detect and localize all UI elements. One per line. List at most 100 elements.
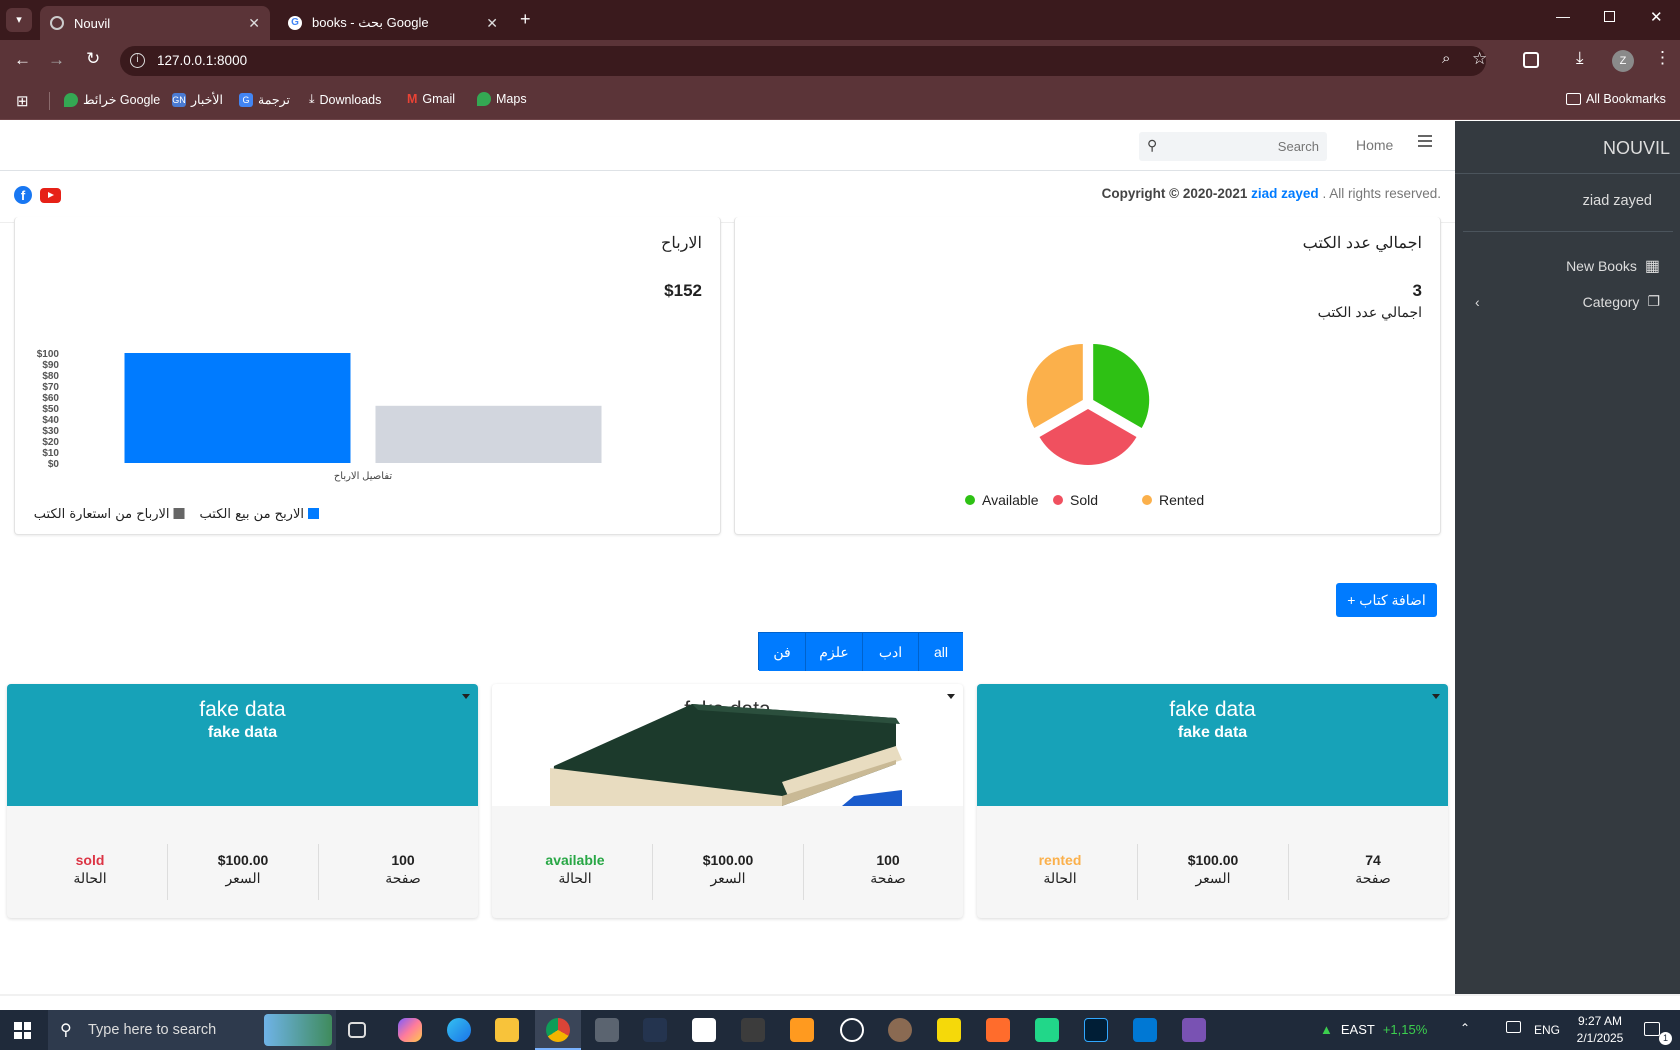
copilot-icon[interactable]: [398, 1018, 422, 1042]
filter-elzm[interactable]: علزم: [806, 633, 863, 671]
dropdown-caret-icon[interactable]: [462, 694, 470, 699]
search-icon: ⚲: [60, 1022, 72, 1039]
close-tab-icon[interactable]: ✕: [486, 15, 498, 32]
back-icon[interactable]: ←: [14, 50, 31, 70]
apps-icon[interactable]: ⊞: [16, 92, 29, 110]
notification-icon[interactable]: [1644, 1022, 1660, 1036]
windows-start-icon[interactable]: [14, 1022, 31, 1039]
stock-widget[interactable]: ▲ EAST +1,15%: [1320, 1022, 1427, 1037]
book-title: fake data: [199, 698, 286, 721]
restore-button[interactable]: [1604, 11, 1615, 22]
user-name[interactable]: ziad zayed: [1583, 193, 1652, 209]
book-status: sold الحالة: [15, 852, 165, 887]
brand-link[interactable]: NOUVIL: [1603, 138, 1670, 159]
language-indicator[interactable]: ENG: [1534, 1023, 1560, 1037]
pages-label: صفحة: [385, 870, 421, 886]
legend-swatch: [308, 508, 319, 519]
y-tick-label: $60: [42, 393, 59, 404]
taskbar-search[interactable]: ⚲ Type here to search: [48, 1010, 336, 1050]
forward-icon[interactable]: →: [48, 50, 65, 70]
photoshop-icon[interactable]: [1084, 1018, 1108, 1042]
reload-icon[interactable]: ↻: [86, 49, 100, 69]
sidebar-item-new-books[interactable]: New Books ▦: [1566, 256, 1660, 276]
calculator-icon[interactable]: [595, 1018, 619, 1042]
book-price: $100.00 السعر: [653, 852, 803, 887]
taskbar-search-placeholder: Type here to search: [88, 1022, 217, 1038]
new-tab-button[interactable]: +: [520, 9, 531, 30]
extensions-icon[interactable]: [1523, 52, 1539, 68]
bookmark-translate[interactable]: G ترجمة: [239, 92, 290, 107]
vscode-icon[interactable]: [1133, 1018, 1157, 1042]
close-window-button[interactable]: ✕: [1650, 8, 1663, 26]
tab-google-search[interactable]: G books - بحث Google ✕: [278, 6, 508, 40]
chatgpt-icon[interactable]: [840, 1018, 864, 1042]
add-book-button[interactable]: + اضافة كتاب: [1336, 583, 1437, 617]
author-link[interactable]: ziad zayed: [1251, 186, 1319, 201]
search-input[interactable]: [1167, 136, 1319, 157]
books-total-card: اجمالي عدد الكتب 3 اجمالي عدد الكتب Avai…: [734, 217, 1441, 535]
download-icon[interactable]: ⤓: [1576, 48, 1584, 68]
task-view-icon[interactable]: [348, 1022, 366, 1038]
menu-icon[interactable]: ⋮: [1654, 48, 1671, 68]
hamburger-icon[interactable]: [1418, 135, 1432, 147]
app-icon[interactable]: [741, 1018, 765, 1042]
chrome-icon[interactable]: [546, 1018, 570, 1042]
book-card[interactable]: fake data fake data 100 صفحة $100.00 السعر…: [7, 684, 478, 918]
app-icon[interactable]: [986, 1018, 1010, 1042]
all-bookmarks[interactable]: All Bookmarks: [1566, 92, 1666, 106]
sidebar-divider: [1463, 231, 1673, 232]
sidebar-item-category[interactable]: ‹ Category ❐: [1475, 293, 1660, 310]
book-pages: 100 صفحة: [813, 852, 963, 887]
tray-chevron-icon[interactable]: ⌃: [1460, 1021, 1470, 1035]
app-icon[interactable]: [790, 1018, 814, 1042]
bookmark-downloads[interactable]: ⤓ Downloads: [309, 92, 381, 107]
book-subtitle: fake data: [1177, 724, 1248, 741]
book-card[interactable]: fake data fake data 74 صفحة $100.00 السعر …: [977, 684, 1448, 918]
filter-adab[interactable]: ادب: [863, 633, 919, 671]
bookmark-maps-ar[interactable]: خرائط Google: [64, 92, 160, 107]
tab-list-button[interactable]: ▾: [6, 8, 32, 32]
tab-nouvil[interactable]: Nouvil ✕: [40, 6, 270, 40]
horizontal-scrollbar[interactable]: ◀ ▶: [0, 994, 1680, 996]
filter-all[interactable]: all: [919, 633, 963, 671]
facebook-icon[interactable]: f: [14, 186, 32, 204]
zoom-icon[interactable]: ⌕: [1442, 50, 1450, 67]
app-icon[interactable]: [692, 1018, 716, 1042]
book-card[interactable]: fake data 100 صفحة $100.00 السعر available…: [492, 684, 963, 918]
stat-divider: [1137, 844, 1138, 900]
stock-change: +1,15%: [1382, 1022, 1428, 1037]
bootstrap-icon[interactable]: [1182, 1018, 1206, 1042]
book-pages: 74 صفحة: [1298, 852, 1448, 887]
app-icon[interactable]: [937, 1018, 961, 1042]
clock[interactable]: 9:27 AM 2/1/2025: [1570, 1014, 1630, 1045]
app-icon[interactable]: [643, 1018, 667, 1042]
youtube-icon[interactable]: [40, 188, 61, 203]
dropdown-caret-icon[interactable]: [947, 694, 955, 699]
tab-title: books - بحث Google: [312, 15, 429, 30]
nav-home-link[interactable]: Home: [1356, 137, 1393, 153]
google-icon: G: [288, 16, 302, 30]
close-tab-icon[interactable]: ✕: [248, 15, 260, 32]
bookmark-label: Downloads: [319, 92, 382, 107]
profile-avatar[interactable]: Z: [1612, 50, 1634, 72]
dropdown-caret-icon[interactable]: [1432, 694, 1440, 699]
filter-fan[interactable]: فن: [759, 633, 806, 671]
omnibox[interactable]: i 127.0.0.1:8000 ⌕ ☆: [120, 46, 1487, 76]
star-icon[interactable]: ☆: [1472, 49, 1487, 69]
site-info-icon[interactable]: i: [130, 53, 145, 68]
edge-icon[interactable]: [447, 1018, 471, 1042]
bookmark-label: الأخبار: [191, 93, 223, 107]
app-icon[interactable]: [888, 1018, 912, 1042]
bookmark-news[interactable]: GN الأخبار: [172, 92, 223, 107]
network-icon[interactable]: [1506, 1021, 1521, 1033]
status-value: sold: [75, 852, 105, 868]
bookmark-gmail[interactable]: M Gmail: [407, 92, 455, 106]
search-icon[interactable]: ⚲: [1147, 137, 1157, 154]
book-status: rented الحالة: [985, 852, 1135, 887]
pycharm-icon[interactable]: [1035, 1018, 1059, 1042]
y-tick-label: $50: [42, 404, 59, 415]
translate-icon: G: [239, 92, 253, 107]
file-explorer-icon[interactable]: [495, 1018, 519, 1042]
minimize-button[interactable]: —: [1556, 8, 1570, 24]
bookmark-maps[interactable]: Maps: [477, 92, 527, 106]
